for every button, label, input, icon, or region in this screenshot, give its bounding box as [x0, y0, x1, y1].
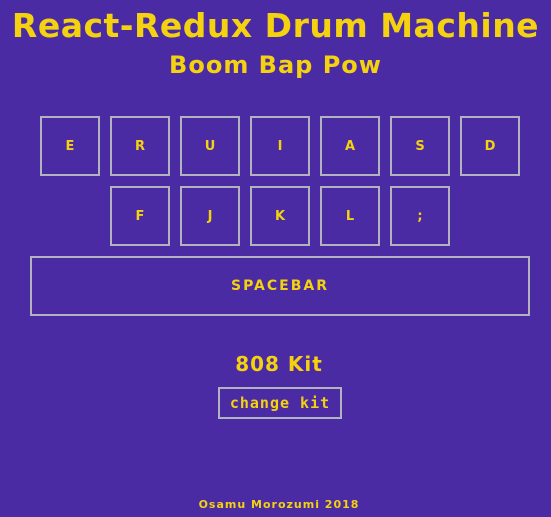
drum-pad-k[interactable]: K [250, 186, 310, 246]
drum-pad-l[interactable]: L [320, 186, 380, 246]
drum-pad-a[interactable]: A [320, 116, 380, 176]
app-title: React-Redux Drum Machine [11, 6, 540, 45]
drum-pad-spacebar[interactable]: SPACEBAR [30, 256, 530, 316]
drum-pad-u[interactable]: U [180, 116, 240, 176]
drum-pad-e[interactable]: E [40, 116, 100, 176]
change-kit-button[interactable]: change kit [218, 387, 342, 419]
drum-pad-r[interactable]: R [110, 116, 170, 176]
current-kit-label: 808 Kit [235, 352, 323, 376]
drum-pad-s[interactable]: S [390, 116, 450, 176]
drum-pad-f[interactable]: F [110, 186, 170, 246]
drum-pad-semicolon[interactable]: ; [390, 186, 450, 246]
drum-pad-d[interactable]: D [460, 116, 520, 176]
drum-pad-j[interactable]: J [180, 186, 240, 246]
drum-pad-i[interactable]: I [250, 116, 310, 176]
footer-credit: Osamu Morozumi 2018 [198, 498, 360, 511]
app-subtitle: Boom Bap Pow [169, 51, 382, 79]
